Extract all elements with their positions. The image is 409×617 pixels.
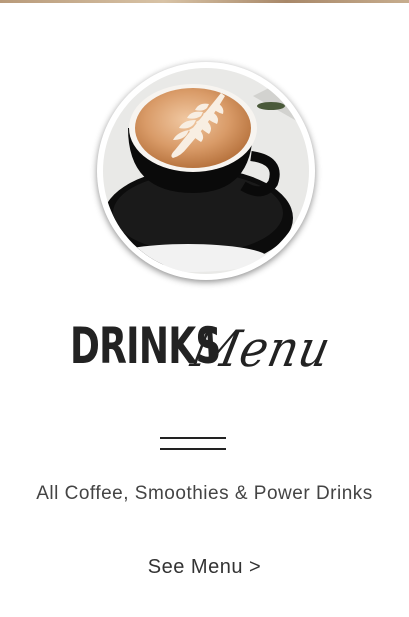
heading-script-text: Menu (186, 320, 337, 378)
latte-cup-image (103, 68, 309, 274)
top-image-strip (0, 0, 409, 3)
section-subtitle: All Coffee, Smoothies & Power Drinks (36, 483, 373, 504)
see-menu-link[interactable]: See Menu > (0, 556, 409, 579)
divider-line-top (160, 437, 226, 439)
divider-line-bottom (160, 448, 226, 450)
drink-photo (97, 62, 315, 280)
drinks-menu-heading: DRINKS Menu (0, 310, 409, 390)
